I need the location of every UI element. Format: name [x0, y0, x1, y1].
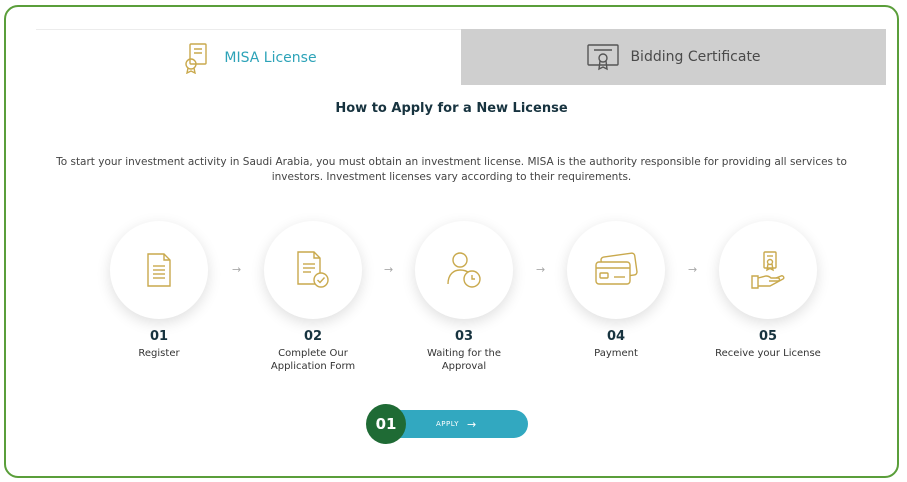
user-clock-icon: [447, 252, 481, 288]
step-label: Receive your License: [715, 348, 821, 359]
step-label: Complete Our Application Form: [270, 348, 356, 372]
page-title: How to Apply for a New License: [335, 101, 568, 116]
license-tabs: MISA License Bidding Certificate: [36, 29, 886, 85]
content-frame: MISA License Bidding Certificate How to …: [4, 5, 899, 478]
intro-text: To start your investment activity in Sau…: [56, 156, 847, 183]
license-award-icon: [180, 41, 214, 75]
step-application-form: 02 Complete Our Application Form: [238, 221, 388, 373]
step-circle: [415, 221, 513, 319]
apply-control: APPLY → 01: [366, 404, 528, 444]
step-number: 04: [606, 329, 626, 344]
step-waiting-approval: 03 Waiting for the Approval: [389, 221, 539, 373]
step-receive-license: 05 Receive your License: [693, 221, 843, 360]
step-circle: [264, 221, 362, 319]
step-circle: [719, 221, 817, 319]
step-number: 03: [454, 329, 474, 344]
step-badge: 01: [366, 404, 406, 444]
step-number: 02: [303, 329, 323, 344]
step-label: Payment: [594, 348, 638, 359]
step-number: 01: [149, 329, 169, 344]
step-number: 05: [758, 329, 778, 344]
step-label: Waiting for the Approval: [426, 348, 502, 372]
document-icon: [147, 253, 171, 287]
step-register: 01 Register: [84, 221, 234, 360]
credit-card-icon: [595, 252, 638, 285]
step-circle: [567, 221, 665, 319]
tab-bidding-certificate-label: Bidding Certificate: [630, 49, 761, 65]
tab-misa-license[interactable]: MISA License: [36, 29, 461, 85]
arrow-right-icon: →: [466, 417, 477, 431]
step-circle: [110, 221, 208, 319]
tab-misa-license-label: MISA License: [224, 49, 317, 66]
application-steps: 01 Register → 02 Complete Our Applicatio…: [6, 221, 897, 391]
hand-certificate-icon: [751, 251, 785, 289]
step-payment: 04 Payment: [541, 221, 691, 360]
tab-bidding-certificate[interactable]: Bidding Certificate: [461, 29, 886, 85]
form-check-icon: [297, 251, 329, 288]
certificate-icon: [586, 40, 620, 74]
step-label: Register: [138, 348, 180, 359]
apply-button-label: APPLY: [436, 420, 459, 428]
